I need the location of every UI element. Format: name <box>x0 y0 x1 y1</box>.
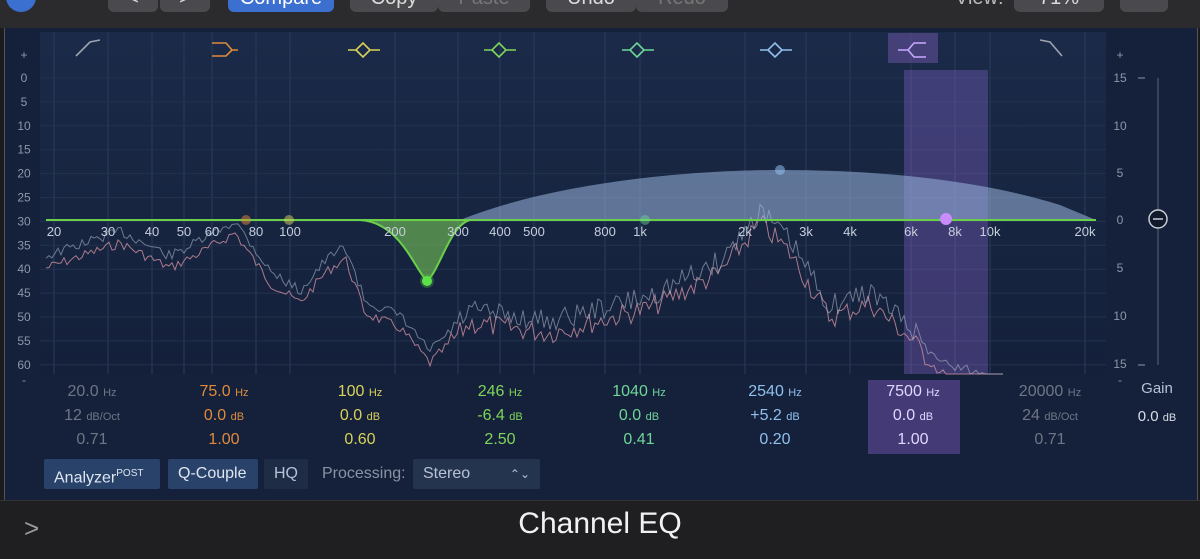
band5-gain-value[interactable]: 0.0 dB <box>589 404 689 428</box>
band5-frequency-value[interactable]: 1040 Hz <box>589 380 689 404</box>
analyzer-scale-label: 60 <box>17 358 31 372</box>
band2-frequency-value[interactable]: 75.0 Hz <box>174 380 274 404</box>
analyzer-scale-label: 10 <box>17 119 31 133</box>
analyzer-scale-label: 20 <box>17 167 31 181</box>
analyzer-scale-label: 25 <box>17 191 31 205</box>
band1-frequency-value[interactable]: 20.0 Hz <box>42 380 142 404</box>
analyzer-scale-label: 15 <box>17 143 31 157</box>
analyzer-scale-label: 5 <box>21 95 28 109</box>
band6-node[interactable] <box>775 165 785 175</box>
freq-label: 20 <box>47 224 61 239</box>
hq-button[interactable]: HQ <box>264 459 308 489</box>
q-couple-button[interactable]: Q-Couple <box>168 459 258 489</box>
analyzer-button[interactable]: AnalyzerPOST <box>44 459 160 489</box>
gain-scale-label: 10 <box>1113 309 1127 323</box>
freq-label: 1k <box>633 224 647 239</box>
band3-q-value[interactable]: 0.60 <box>310 428 410 452</box>
freq-label: 200 <box>384 224 406 239</box>
band3-frequency-value[interactable]: 100 Hz <box>310 380 410 404</box>
gain-scale-label: + <box>1116 48 1123 62</box>
processing-label: Processing: <box>322 465 406 482</box>
band3-gain-value[interactable]: 0.0 dB <box>310 404 410 428</box>
band8-gain-value[interactable]: 24 dB/Oct <box>1000 404 1100 428</box>
band5-params: 1040 Hz 0.0 dB 0.41 <box>589 380 689 452</box>
analyzer-scale: +0 5 10 15 20 25 30 35 40 45 50 55 60- <box>17 48 31 387</box>
freq-label: 100 <box>279 224 301 239</box>
selected-band-icon-bg <box>888 33 938 63</box>
band6-q-value[interactable]: 0.20 <box>725 428 825 452</box>
gain-scale: +15105051015- <box>1113 48 1127 387</box>
freq-label: 20k <box>1075 224 1096 239</box>
analyzer-scale-label: + <box>20 48 27 62</box>
band1-q-value[interactable]: 0.71 <box>42 428 142 452</box>
analyzer-scale-label: 30 <box>17 214 31 228</box>
analyzer-scale-label: 35 <box>17 238 31 252</box>
plugin-footer: > Channel EQ <box>0 500 1200 559</box>
band7-gain-value[interactable]: 0.0 dB <box>863 404 963 428</box>
analyzer-scale-label: 40 <box>17 262 31 276</box>
gain-scale-label: 5 <box>1117 261 1124 275</box>
freq-label: 30 <box>101 224 115 239</box>
band7-frequency-value[interactable]: 7500 Hz <box>863 380 963 404</box>
freq-label: 8k <box>948 224 962 239</box>
freq-label: 80 <box>249 224 263 239</box>
freq-label: 3k <box>799 224 813 239</box>
band2-gain-value[interactable]: 0.0 dB <box>174 404 274 428</box>
band7-params: 7500 Hz 0.0 dB 1.00 <box>863 380 963 452</box>
band4-params: 246 Hz -6.4 dB 2.50 <box>450 380 550 452</box>
band4-gain-value[interactable]: -6.4 dB <box>450 404 550 428</box>
gain-scale-label: 5 <box>1117 166 1124 180</box>
band8-params: 20000 Hz 24 dB/Oct 0.71 <box>1000 380 1100 452</box>
freq-label: 40 <box>145 224 159 239</box>
gain-scale-label: 0 <box>1117 213 1124 227</box>
band4-q-value[interactable]: 2.50 <box>450 428 550 452</box>
processing-select[interactable]: Stereo ⌃⌄ <box>413 459 540 489</box>
band1-params: 20.0 Hz 12 dB/Oct 0.71 <box>42 380 142 452</box>
gain-scale-label: 15 <box>1113 71 1127 85</box>
freq-label: 2k <box>738 224 752 239</box>
freq-label: 10k <box>980 224 1001 239</box>
freq-label: 6k <box>904 224 918 239</box>
analyzer-scale-label: 50 <box>17 310 31 324</box>
freq-label: 50 <box>177 224 191 239</box>
freq-label: 800 <box>594 224 616 239</box>
band4-node[interactable] <box>422 276 432 286</box>
freq-label: 60 <box>205 224 219 239</box>
chevron-updown-icon: ⌃⌄ <box>509 467 530 481</box>
analyzer-scale-label: 55 <box>17 334 31 348</box>
band4-frequency-value[interactable]: 246 Hz <box>450 380 550 404</box>
band2-q-value[interactable]: 1.00 <box>174 428 274 452</box>
band3-params: 100 Hz 0.0 dB 0.60 <box>310 380 410 452</box>
band8-frequency-value[interactable]: 20000 Hz <box>1000 380 1100 404</box>
freq-label: 400 <box>489 224 511 239</box>
band6-params: 2540 Hz +5.2 dB 0.20 <box>725 380 825 452</box>
freq-label: 4k <box>843 224 857 239</box>
band6-gain-value[interactable]: +5.2 dB <box>725 404 825 428</box>
gain-value[interactable]: 0.0 dB <box>1122 408 1192 425</box>
analyzer-scale-label: - <box>22 373 26 387</box>
band2-params: 75.0 Hz 0.0 dB 1.00 <box>174 380 274 452</box>
gain-scale-label: 15 <box>1113 357 1127 371</box>
analyzer-scale-label: 0 <box>21 71 28 85</box>
band8-q-value[interactable]: 0.71 <box>1000 428 1100 452</box>
band7-q-value[interactable]: 1.00 <box>863 428 963 452</box>
gain-scale-label: 10 <box>1113 119 1127 133</box>
band6-frequency-value[interactable]: 2540 Hz <box>725 380 825 404</box>
band1-gain-value[interactable]: 12 dB/Oct <box>42 404 142 428</box>
analyzer-scale-label: 45 <box>17 286 31 300</box>
plugin-title: Channel EQ <box>518 507 682 540</box>
freq-label: 300 <box>447 224 469 239</box>
gain-label: Gain <box>1141 380 1173 397</box>
band5-q-value[interactable]: 0.41 <box>589 428 689 452</box>
freq-label: 500 <box>523 224 545 239</box>
